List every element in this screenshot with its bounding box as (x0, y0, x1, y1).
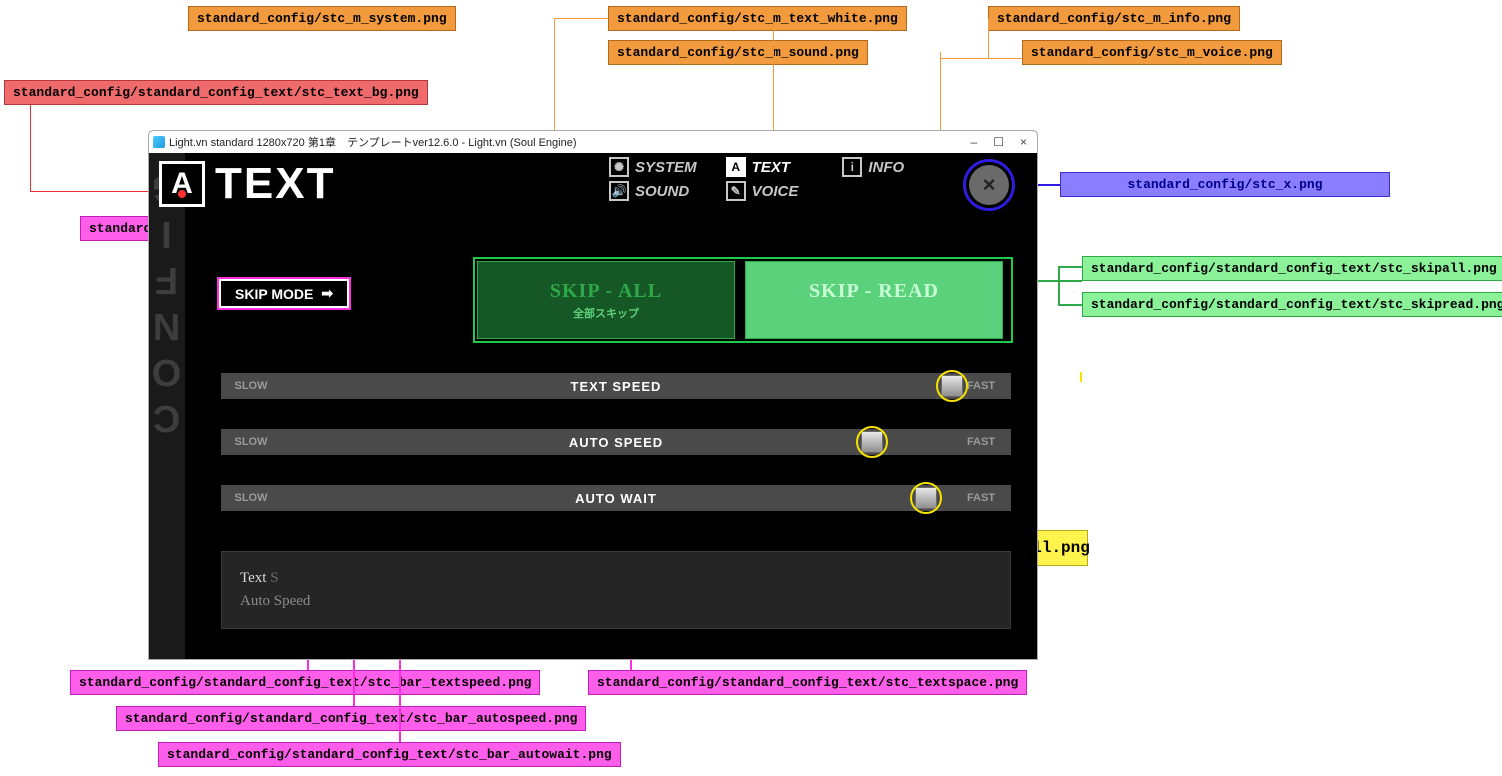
slow-label: SLOW (221, 436, 281, 448)
skip-mode-label: SKIP MODE ➡ (219, 279, 349, 308)
callout-skipall: standard_config/standard_config_text/stc… (1082, 256, 1502, 281)
callout-bar-textspeed: standard_config/standard_config_text/stc… (70, 670, 540, 695)
skip-read-button[interactable]: SKIP - READ 既読のみスキップ (745, 261, 1003, 339)
side-config-label: CONFIG (149, 153, 185, 659)
app-window: Light.vn standard 1280x720 第1章 テンプレートver… (148, 130, 1038, 660)
top-nav: ✺ SYSTEM A TEXT i INFO 🔊 SOUND ✎ VOICE (609, 157, 949, 201)
nav-voice-label: VOICE (752, 183, 799, 200)
callout-voice: standard_config/stc_m_voice.png (1022, 40, 1282, 65)
text-page-icon: A (159, 161, 205, 207)
skip-read-sub: 既読のみスキップ (830, 305, 918, 321)
nav-info[interactable]: i INFO (842, 157, 949, 177)
text-preview-area: Text S Auto Speed (221, 551, 1011, 629)
skip-read-title: SKIP - READ (809, 280, 939, 303)
slider-thumb[interactable] (861, 431, 883, 453)
nav-info-label: INFO (868, 159, 904, 176)
skip-all-sub: 全部スキップ (573, 305, 639, 321)
nav-system-label: SYSTEM (635, 159, 697, 176)
callout-textspace: standard_config/standard_config_text/stc… (588, 670, 1027, 695)
fast-label: FAST (951, 492, 1011, 504)
info-icon: i (842, 157, 862, 177)
autospeed-slider[interactable]: SLOW AUTO SPEED FAST (221, 429, 1011, 455)
titlebar: Light.vn standard 1280x720 第1章 テンプレートver… (149, 131, 1037, 153)
autowait-slider[interactable]: SLOW AUTO WAIT FAST (221, 485, 1011, 511)
skip-all-title: SKIP - ALL (550, 280, 662, 303)
preview-line-1: Text S (240, 570, 992, 587)
callout-system: standard_config/stc_m_system.png (188, 6, 456, 31)
callout-sound: standard_config/stc_m_sound.png (608, 40, 868, 65)
slider-thumb[interactable] (941, 375, 963, 397)
callout-close: standard_config/stc_x.png (1060, 172, 1390, 197)
nav-sound-label: SOUND (635, 183, 689, 200)
fast-label: FAST (951, 436, 1011, 448)
speaker-icon: 🔊 (609, 181, 629, 201)
window-maximize-button[interactable]: ☐ (993, 135, 1004, 149)
autowait-label: AUTO WAIT (281, 491, 951, 506)
nav-system[interactable]: ✺ SYSTEM (609, 157, 716, 177)
window-title: Light.vn standard 1280x720 第1章 テンプレートver… (169, 134, 577, 150)
callout-info: standard_config/stc_m_info.png (988, 6, 1240, 31)
callout-text: standard_config/stc_m_text_white.png (608, 6, 907, 31)
slider-thumb[interactable] (915, 487, 937, 509)
preview-line-2: Auto Speed (240, 593, 992, 610)
callout-skipread: standard_config/standard_config_text/stc… (1082, 292, 1502, 317)
letter-a-icon: A (726, 157, 746, 177)
nav-voice[interactable]: ✎ VOICE (726, 181, 833, 201)
skip-all-button[interactable]: SKIP - ALL 全部スキップ (477, 261, 735, 339)
callout-bar-autowait: standard_config/standard_config_text/stc… (158, 742, 621, 767)
gear-icon: ✺ (609, 157, 629, 177)
callout-bar-autospeed: standard_config/standard_config_text/stc… (116, 706, 586, 731)
autospeed-label: AUTO SPEED (281, 435, 951, 450)
textspeed-slider[interactable]: SLOW TEXT SPEED FAST (221, 373, 1011, 399)
window-minimize-button[interactable]: – (971, 135, 978, 149)
page-header: A TEXT (159, 159, 335, 209)
slow-label: SLOW (221, 492, 281, 504)
mic-icon: ✎ (726, 181, 746, 201)
nav-sound[interactable]: 🔊 SOUND (609, 181, 716, 201)
callout-bg: standard_config/standard_config_text/stc… (4, 80, 428, 105)
window-close-button[interactable]: × (1020, 135, 1027, 149)
page-title: TEXT (215, 159, 335, 209)
textspeed-label: TEXT SPEED (281, 379, 951, 394)
nav-text-label: TEXT (752, 159, 790, 176)
arrow-right-icon: ➡ (321, 285, 333, 302)
slow-label: SLOW (221, 380, 281, 392)
nav-text[interactable]: A TEXT (726, 157, 833, 177)
close-button[interactable]: × (969, 165, 1009, 205)
app-icon (153, 136, 165, 148)
